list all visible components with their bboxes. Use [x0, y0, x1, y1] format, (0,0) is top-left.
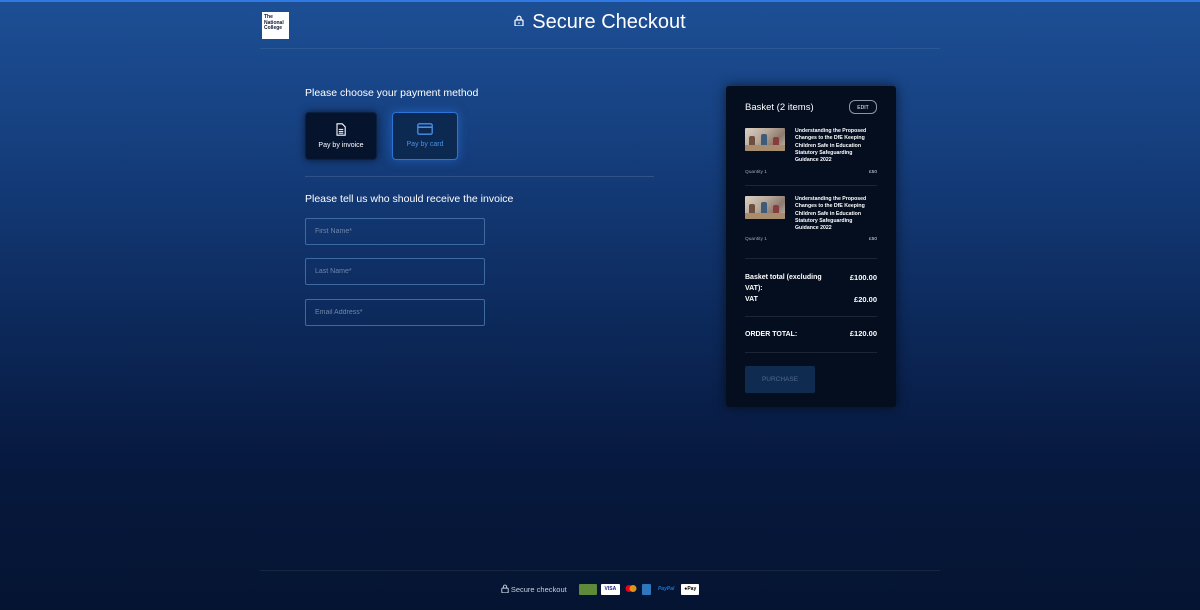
apple-pay-text: Pay	[687, 586, 697, 592]
basket-divider	[745, 185, 877, 186]
purchase-button[interactable]: PURCHASE	[745, 366, 815, 393]
credit-card-logo-icon	[578, 584, 597, 595]
pay-by-invoice-label: Pay by invoice	[318, 142, 364, 149]
footer-lock-icon	[501, 584, 509, 595]
basket-item-name: Understanding the Proposed Changes to th…	[795, 196, 867, 232]
basket-title: Basket (2 items)	[745, 102, 814, 113]
edit-basket-button[interactable]: EDIT	[849, 100, 877, 114]
payment-method-title: Please choose your payment method	[305, 87, 479, 99]
basket-divider	[745, 316, 877, 317]
footer-divider	[260, 570, 940, 571]
basket-divider	[745, 258, 877, 259]
vat-label: VAT	[745, 296, 758, 303]
basket-panel: Basket (2 items) EDIT Understanding the …	[726, 86, 896, 407]
basket-item-quantity: Quantity 1	[745, 170, 767, 175]
basket-item-price: £50	[868, 237, 877, 242]
vat-value: £20.00	[854, 295, 877, 304]
basket-total-value: £100.00	[849, 273, 877, 282]
last-name-field[interactable]	[305, 258, 485, 285]
apple-pay-logo: ●Pay	[681, 584, 700, 595]
document-icon	[306, 123, 376, 138]
basket-item-quantity: Quantity 1	[745, 237, 767, 242]
mastercard-logo-icon	[624, 584, 638, 595]
visa-logo: VISA	[600, 584, 620, 595]
header: The National College Secure Checkout	[260, 0, 940, 49]
footer: Secure checkout VISA PayPal ●Pay	[0, 584, 1200, 595]
pay-by-invoice-option[interactable]: Pay by invoice	[305, 112, 377, 160]
pay-by-card-label: Pay by card	[406, 141, 444, 148]
course-thumbnail	[745, 196, 785, 219]
email-field[interactable]	[305, 299, 485, 326]
pay-by-card-option[interactable]: Pay by card	[392, 112, 458, 160]
section-divider	[305, 176, 654, 177]
course-thumbnail	[745, 128, 785, 151]
basket-total-label: Basket total (excluding VAT):	[745, 274, 822, 292]
page-title: Secure Checkout	[260, 11, 940, 34]
credit-card-icon	[393, 123, 457, 137]
basket-item-name: Understanding the Proposed Changes to th…	[795, 128, 867, 164]
amex-logo-icon	[642, 584, 652, 595]
paypal-logo: PayPal	[657, 586, 675, 592]
footer-secure-text: Secure checkout	[510, 585, 567, 594]
basket-divider	[745, 352, 877, 353]
order-total-value: £120.00	[849, 329, 877, 338]
basket-item-price: £50	[868, 170, 877, 175]
first-name-field[interactable]	[305, 218, 485, 245]
order-total-label: ORDER TOTAL:	[745, 331, 798, 338]
invoice-recipient-title: Please tell us who should receive the in…	[305, 193, 514, 205]
basket-item: Understanding the Proposed Changes to th…	[745, 196, 877, 246]
lock-icon	[514, 9, 524, 32]
basket-item: Understanding the Proposed Changes to th…	[745, 128, 877, 178]
page-title-text: Secure Checkout	[532, 11, 686, 33]
